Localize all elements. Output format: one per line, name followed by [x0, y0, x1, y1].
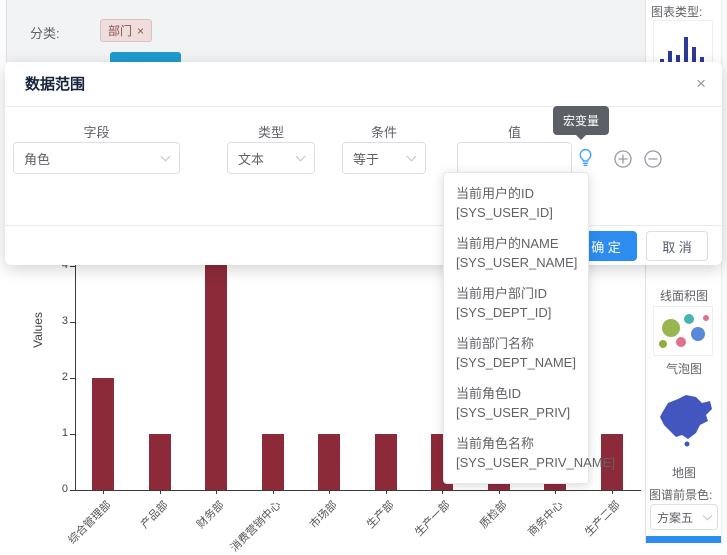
chevron-down-icon — [407, 152, 417, 162]
chevron-down-icon — [296, 152, 306, 162]
y-axis-label: Values — [31, 288, 45, 372]
condition-select[interactable]: 等于 — [342, 142, 426, 174]
value-input[interactable] — [457, 142, 572, 174]
macro-item[interactable]: 当前用户的ID[SYS_USER_ID] — [444, 178, 588, 228]
data-range-dialog: 数据范围 × 字段 类型 条件 值 角色 文本 等于 确 定 取 — [5, 62, 722, 265]
remove-condition-button[interactable] — [644, 150, 662, 168]
minus-circle-icon — [644, 150, 662, 168]
plus-circle-icon — [614, 150, 632, 168]
y-tick-label: 3 — [46, 315, 68, 327]
y-tick-mark — [70, 434, 75, 435]
macro-variable-dropdown: 当前用户的ID[SYS_USER_ID]当前用户的NAME[SYS_USER_N… — [443, 172, 589, 484]
top-toolbar: 分类: 部门 × — [0, 0, 645, 62]
foreground-color-label: 图谱前景色: — [649, 486, 712, 503]
area-chart-label[interactable]: 线面积图 — [646, 287, 722, 304]
y-tick-label: 0 — [46, 483, 68, 495]
y-tick-label: 2 — [46, 371, 68, 383]
bar — [262, 434, 284, 490]
y-tick-label: 1 — [46, 427, 68, 439]
x-tick-mark — [103, 490, 104, 494]
bubble-chart-icon — [654, 308, 712, 354]
macro-item[interactable]: 当前角色名称[SYS_USER_PRIV_NAME] — [444, 428, 588, 478]
x-tick-mark — [499, 490, 500, 494]
macro-item[interactable]: 当前角色ID[SYS_USER_PRIV] — [444, 378, 588, 428]
macro-item[interactable]: 当前部门名称[SYS_DEPT_NAME] — [444, 328, 588, 378]
bar — [92, 378, 114, 490]
bar — [375, 434, 397, 490]
china-map-icon — [652, 386, 716, 452]
column-type-label: 类型 — [227, 122, 315, 141]
type-select-value: 文本 — [238, 149, 264, 168]
y-tick-mark — [70, 378, 75, 379]
map-label[interactable]: 地图 — [646, 464, 722, 481]
map-thumbnail[interactable] — [651, 380, 717, 458]
x-tick-mark — [160, 490, 161, 494]
x-tick-mark — [442, 490, 443, 494]
color-scheme-value: 方案五 — [657, 509, 693, 526]
x-tick-mark — [329, 490, 330, 494]
macro-item[interactable]: 当前用户部门ID[SYS_DEPT_ID] — [444, 278, 588, 328]
bar — [149, 434, 171, 490]
add-condition-button[interactable] — [614, 150, 632, 168]
field-select[interactable]: 角色 — [13, 142, 180, 174]
y-tick-mark — [70, 490, 75, 491]
macro-variable-button[interactable] — [575, 147, 596, 168]
chevron-down-icon — [161, 152, 171, 162]
chevron-down-icon — [703, 511, 713, 521]
bar — [318, 434, 340, 490]
category-label: 分类: — [30, 23, 60, 42]
condition-select-value: 等于 — [353, 149, 379, 168]
type-select[interactable]: 文本 — [227, 142, 315, 174]
macro-item[interactable]: 当前用户的NAME[SYS_USER_NAME] — [444, 228, 588, 278]
x-tick-mark — [273, 490, 274, 494]
left-panel-edge — [0, 0, 7, 62]
dialog-footer: 确 定 取 消 — [5, 225, 722, 265]
x-tick-mark — [386, 490, 387, 494]
cancel-button[interactable]: 取 消 — [646, 231, 708, 261]
dialog-title: 数据范围 — [25, 62, 85, 107]
x-tick-mark — [216, 490, 217, 494]
y-tick-mark — [70, 266, 75, 267]
chart-type-title: 图表类型: — [651, 3, 702, 20]
bubble-chart-thumbnail[interactable] — [653, 306, 713, 356]
macro-variable-tooltip: 宏变量 — [553, 106, 609, 135]
column-field-label: 字段 — [13, 122, 180, 141]
bubble-chart-label[interactable]: 气泡图 — [646, 360, 722, 377]
close-icon[interactable]: × — [696, 75, 706, 92]
lightbulb-icon — [575, 147, 596, 168]
dialog-header: 数据范围 × — [5, 62, 722, 107]
x-tick-mark — [555, 490, 556, 494]
tag-close-icon[interactable]: × — [137, 25, 144, 37]
bottom-scrollbar-thumb[interactable] — [646, 536, 722, 543]
column-condition-label: 条件 — [342, 122, 426, 141]
field-select-value: 角色 — [24, 149, 50, 168]
tag-label: 部门 — [108, 22, 132, 39]
category-tag-department[interactable]: 部门 × — [100, 19, 152, 42]
x-tick-mark — [612, 490, 613, 494]
color-scheme-select[interactable]: 方案五 — [650, 504, 718, 530]
y-tick-mark — [70, 322, 75, 323]
